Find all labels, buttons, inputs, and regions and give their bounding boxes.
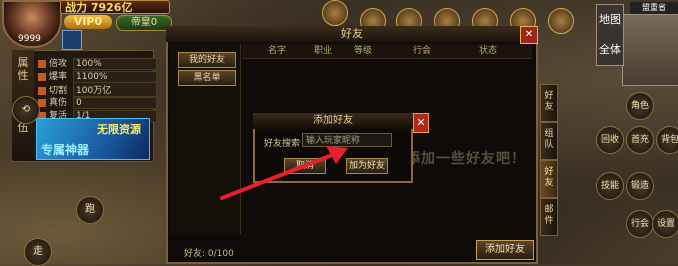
- power-display: 战力 7926亿: [60, 0, 170, 14]
- emperor-badge[interactable]: 帝皇0: [116, 15, 172, 31]
- friend-window-title: 好友: [166, 26, 538, 42]
- confirm-add-button[interactable]: 加为好友: [346, 158, 388, 174]
- friend-close-icon[interactable]: ✕: [520, 26, 538, 44]
- forge-icon[interactable]: 锻造: [626, 172, 654, 200]
- side-label-attr-1[interactable]: 属: [12, 56, 34, 69]
- treasure-icon[interactable]: [548, 8, 574, 34]
- all-label: 全体: [599, 43, 621, 56]
- stat-row: 爆率 1100%: [38, 69, 158, 83]
- character-icon[interactable]: 角色: [626, 92, 654, 120]
- promo-subtitle: 专属神器: [41, 143, 90, 157]
- friend-search-label: 好友搜索: [264, 139, 301, 149]
- stat-row: 切割 100万亿: [38, 82, 158, 97]
- stat-icon: [38, 72, 46, 81]
- run-button[interactable]: 跑: [76, 196, 104, 224]
- minimap-title: 盟重省: [630, 2, 678, 14]
- side-tab-friend-top[interactable]: 好友: [540, 84, 558, 122]
- vip-badge[interactable]: VIP0: [64, 15, 112, 29]
- stat-icon: [38, 86, 46, 95]
- side-label-attr-2[interactable]: 性: [12, 69, 34, 82]
- stat-icon: [38, 59, 46, 68]
- tab-blacklist[interactable]: 黑名单: [178, 70, 236, 86]
- column-status: 状态: [478, 46, 497, 56]
- map-button[interactable]: 地图 全体: [596, 4, 624, 66]
- friend-count: 好友: 0/100: [184, 249, 234, 259]
- map-label: 地图: [599, 13, 621, 26]
- stat-label: 爆率: [49, 72, 68, 82]
- buff-icon[interactable]: [62, 30, 82, 50]
- skill-icon[interactable]: 技能: [596, 172, 624, 200]
- column-level: 等级: [353, 46, 372, 56]
- side-tab-mail[interactable]: 邮件: [540, 198, 558, 236]
- dialog-title: 添加好友: [253, 113, 413, 129]
- minimap[interactable]: [622, 14, 678, 86]
- stat-row: 倍攻 100%: [38, 56, 158, 70]
- dialog-close-icon[interactable]: ✕: [413, 113, 429, 133]
- guild-icon[interactable]: 行会: [626, 210, 654, 238]
- stat-row: 真伤 0: [38, 95, 158, 109]
- column-name: 名字: [267, 46, 286, 56]
- stat-label: 倍攻: [49, 59, 68, 69]
- swap-icon[interactable]: ⟲: [12, 96, 40, 124]
- bag-icon[interactable]: 背包: [656, 126, 678, 154]
- side-tab-friend[interactable]: 好友: [540, 160, 558, 198]
- promo-title: 无限资源: [97, 123, 141, 136]
- event-icon[interactable]: [322, 0, 348, 26]
- friend-search-input[interactable]: 输入玩家昵称: [302, 133, 392, 147]
- portrait-level: 9999: [18, 34, 41, 44]
- first-charge-icon[interactable]: 首充: [626, 126, 654, 154]
- walk-button[interactable]: 走: [24, 238, 52, 266]
- stat-label: 真伤: [49, 98, 68, 108]
- tab-my-friends[interactable]: 我的好友: [178, 52, 236, 68]
- settings-icon[interactable]: 设置: [652, 210, 678, 238]
- column-class: 职业: [313, 46, 332, 56]
- recycle-icon[interactable]: 回收: [596, 126, 624, 154]
- add-friend-button[interactable]: 添加好友: [476, 240, 534, 260]
- promo-banner[interactable]: 无限资源 专属神器: [36, 118, 150, 160]
- side-tab-team[interactable]: 组队: [540, 122, 558, 160]
- cancel-button[interactable]: 取消: [284, 158, 326, 174]
- column-guild: 行会: [412, 46, 431, 56]
